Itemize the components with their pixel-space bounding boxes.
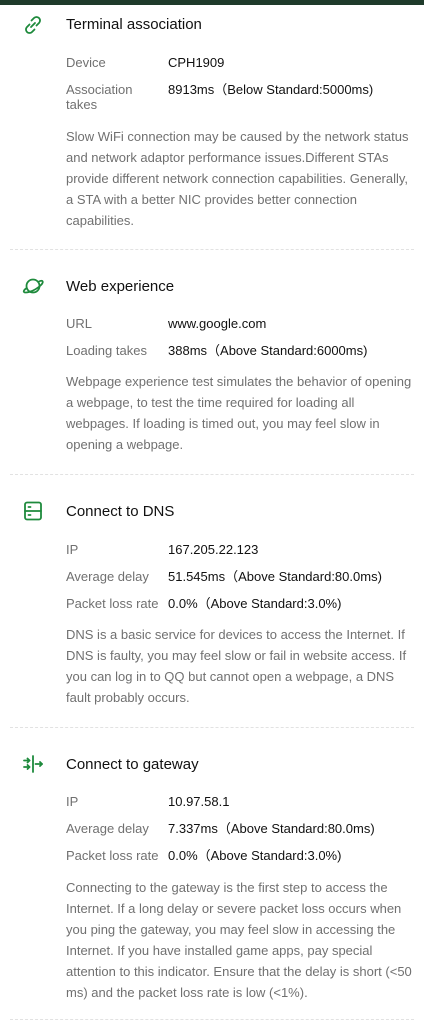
packet-loss-value: 0.0%（Above Standard:3.0%) — [168, 596, 342, 611]
section-title: Connect to gateway — [66, 756, 199, 773]
section-description: Connecting to the gateway is the first s… — [66, 880, 412, 1000]
section-title: Connect to DNS — [66, 503, 175, 520]
packet-loss-label: Packet loss rate — [66, 596, 159, 611]
status-bar — [0, 0, 424, 5]
association-takes-text: Association takes — [66, 82, 133, 112]
section-description: DNS is a basic service for devices to ac… — [66, 627, 407, 705]
section-description: Slow WiFi connection may be caused by th… — [66, 129, 409, 228]
device-value: CPH1909 — [168, 55, 225, 70]
link-icon — [25, 16, 41, 34]
average-delay-label: Average delay — [66, 569, 149, 584]
loading-takes-value: 388ms（Above Standard:6000ms) — [168, 343, 368, 358]
packet-loss-value: 0.0%（Above Standard:3.0%) — [168, 848, 342, 863]
divider — [10, 727, 414, 728]
packet-loss-label: Packet loss rate — [66, 848, 159, 863]
section-title: Terminal association — [66, 16, 202, 33]
divider — [10, 1019, 414, 1020]
ip-label: IP — [66, 542, 79, 557]
loading-takes-label: Loading takes — [66, 343, 147, 358]
average-delay-value: 51.545ms（Above Standard:80.0ms) — [168, 569, 382, 584]
average-delay-label: Average delay — [66, 821, 149, 836]
device-label: Device — [66, 55, 106, 70]
gateway-icon — [23, 755, 43, 773]
section-description: Webpage experience test simulates the be… — [66, 374, 412, 452]
url-label: URL — [66, 316, 93, 331]
url-value: www.google.com — [168, 316, 267, 331]
section-title: Web experience — [66, 278, 175, 295]
ip-label: IP — [66, 794, 79, 809]
server-icon — [24, 501, 42, 521]
ip-value: 167.205.22.123 — [168, 542, 259, 557]
divider — [10, 474, 414, 475]
average-delay-value: 7.337ms（Above Standard:80.0ms) — [168, 821, 375, 836]
ip-value: 10.97.58.1 — [168, 794, 230, 809]
divider — [10, 249, 414, 250]
association-takes-label: Association takes — [66, 82, 132, 112]
association-takes-value: 8913ms（Below Standard:5000ms) — [168, 82, 374, 97]
planet-icon — [22, 278, 44, 294]
